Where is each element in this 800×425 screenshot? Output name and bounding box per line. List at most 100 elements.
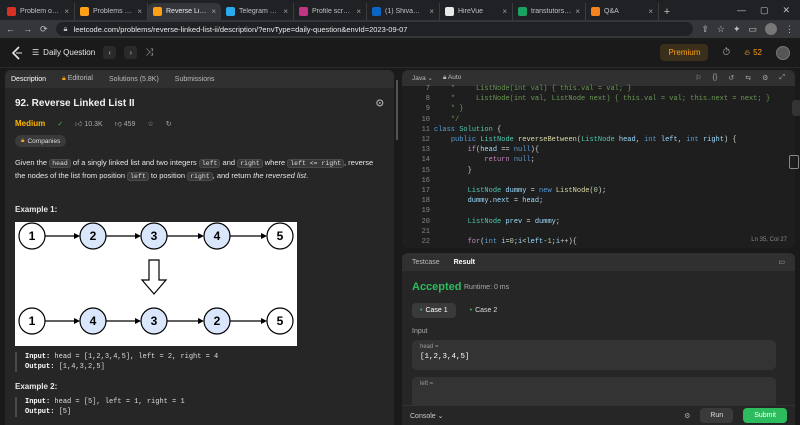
sidebar-icon[interactable]: ▭ — [748, 24, 757, 35]
favicon-icon — [445, 7, 454, 16]
list-icon: ☰ — [32, 48, 40, 57]
line-number: 7 — [425, 85, 430, 93]
tab-editorial[interactable]: 🔒︎ Editorial — [62, 75, 93, 83]
tab-submissions[interactable]: Submissions — [175, 76, 215, 83]
forward-icon[interactable]: → — [23, 24, 32, 34]
list-node-value: 5 — [277, 314, 284, 328]
browser-tab[interactable]: transtutors.co × — [513, 3, 586, 20]
close-tab-icon[interactable]: × — [211, 7, 216, 16]
close-window-icon[interactable]: ✕ — [782, 5, 790, 16]
settings-icon[interactable]: ⚙ — [762, 74, 768, 82]
notes-icon[interactable] — [789, 155, 799, 169]
new-tab-button[interactable]: + — [659, 3, 675, 20]
line-number: 19 — [421, 207, 430, 216]
case-1-tab[interactable]: • Case 1 — [412, 303, 456, 318]
menu-icon[interactable]: ⋮ — [785, 24, 794, 35]
browser-tab[interactable]: Problems - Le × — [75, 3, 148, 20]
collapse-icon[interactable]: ▭ — [778, 258, 785, 266]
case-2-tab[interactable]: • Case 2 — [462, 303, 506, 318]
bookmark-icon[interactable]: ⚐ — [695, 74, 701, 82]
premium-button[interactable]: Premium — [660, 44, 709, 61]
companies-chip[interactable]: 🔒︎ Companies — [15, 135, 67, 147]
fullscreen-icon[interactable]: ⤢ — [779, 74, 785, 82]
profile-icon[interactable] — [765, 23, 777, 35]
settings-icon[interactable]: ⊙ — [376, 98, 384, 109]
extensions-icon[interactable]: ✦ — [733, 24, 741, 35]
share-icon[interactable]: ⇪ — [701, 24, 709, 35]
input-left-box: left = — [412, 377, 776, 407]
code-area[interactable]: Ln 35, Col 27 7 * ListNode(int val) { th… — [402, 85, 795, 248]
arrow-head — [198, 318, 204, 324]
tab-result[interactable]: Result — [454, 259, 475, 266]
maximize-icon[interactable]: ▢ — [760, 5, 769, 16]
fire-icon: 🔥︎ — [744, 47, 751, 57]
tab-testcase[interactable]: Testcase — [412, 259, 440, 266]
browser-tab[interactable]: Telegram Web× — [221, 3, 294, 20]
close-tab-icon[interactable]: × — [575, 7, 580, 16]
example-2-heading: Example 2: — [15, 382, 58, 391]
minimize-icon[interactable]: — — [737, 5, 746, 15]
arrow-head — [261, 318, 267, 324]
streak-counter[interactable]: 🔥︎ 52 — [744, 48, 762, 58]
list-node-value: 4 — [90, 314, 97, 328]
user-avatar[interactable] — [776, 45, 790, 60]
code-line: public ListNode reverseBetween(ListNode … — [450, 136, 737, 144]
tab-solutions[interactable]: Solutions (5.8K) — [109, 76, 159, 83]
reset-icon[interactable]: ↺ — [728, 74, 734, 82]
reload-icon[interactable]: ⟳ — [40, 24, 48, 35]
close-tab-icon[interactable]: × — [137, 7, 142, 16]
back-icon[interactable]: ← — [6, 24, 15, 34]
panel-resize-handle[interactable] — [396, 80, 398, 140]
arrow-head — [74, 318, 80, 324]
timer-icon[interactable]: ⏱ — [722, 47, 730, 58]
tab-description[interactable]: Description — [11, 76, 46, 83]
line-number: 17 — [421, 187, 430, 195]
problem-panel: Description 🔒︎ Editorial Solutions (5.8K… — [5, 70, 394, 425]
prev-problem-button[interactable]: ‹ — [103, 46, 117, 59]
code-line: * } — [450, 105, 464, 114]
line-number: 8 — [425, 95, 430, 104]
url-field[interactable]: 🔒︎ leetcode.com/problems/reverse-linked-… — [55, 22, 694, 36]
braces-icon[interactable]: {} — [713, 74, 718, 82]
submit-button[interactable]: Submit — [743, 408, 787, 423]
thumbs-up-icon: 👍︎ — [75, 121, 83, 128]
console-button[interactable]: Console ⌄ — [410, 412, 444, 420]
language-select[interactable]: Java ⌄ — [412, 74, 433, 82]
close-tab-icon[interactable]: × — [648, 7, 653, 16]
next-problem-button[interactable]: › — [124, 46, 138, 59]
close-tab-icon[interactable]: × — [502, 7, 507, 16]
close-tab-icon[interactable]: × — [356, 7, 361, 16]
list-node-value: 3 — [151, 314, 158, 328]
shuffle-icon[interactable]: ⤨ — [145, 47, 153, 58]
browser-tab[interactable]: Problem of th × — [2, 3, 75, 20]
browser-tab[interactable]: Profile screen × — [294, 3, 367, 20]
shortcuts-icon[interactable]: ⇆ — [745, 74, 751, 82]
daily-question-link[interactable]: ☰ Daily Question — [32, 48, 95, 57]
close-tab-icon[interactable]: × — [283, 7, 288, 16]
down-arrow — [140, 259, 168, 295]
code-line: */ — [450, 115, 460, 124]
favicon-icon — [299, 7, 308, 16]
browser-tab[interactable]: HireVue × — [440, 3, 513, 20]
favorite-star-icon[interactable]: ☆ — [147, 120, 153, 128]
browser-tab[interactable]: Q&A × — [586, 3, 659, 20]
close-tab-icon[interactable]: × — [429, 7, 434, 16]
close-tab-icon[interactable]: × — [64, 7, 69, 16]
leetcode-logo-icon[interactable] — [10, 45, 24, 60]
share-icon[interactable]: ↻ — [166, 120, 172, 128]
run-button[interactable]: Run — [700, 408, 734, 423]
lock-icon: 🔒︎ — [21, 137, 25, 144]
like-button[interactable]: 👍︎ 10.3K — [75, 119, 103, 128]
dislike-button[interactable]: 👎︎ 459 — [115, 119, 136, 128]
auto-mode[interactable]: 🔒︎ Auto — [443, 74, 461, 82]
code-line: class Solution { — [434, 125, 502, 134]
diagram-svg: 1 2 3 4 5 1 4 3 2 5 — [18, 222, 294, 335]
browser-tab[interactable]: Reverse Linke × — [148, 3, 221, 20]
arrow-head — [261, 233, 267, 239]
star-icon[interactable]: ☆ — [717, 24, 725, 35]
url-text: leetcode.com/problems/reverse-linked-lis… — [73, 24, 408, 34]
settings-icon[interactable]: ⚙ — [684, 412, 690, 420]
side-toggle[interactable] — [792, 100, 800, 116]
line-number: 18 — [421, 197, 430, 206]
browser-tab[interactable]: (1) Shivam Mi × — [367, 3, 440, 20]
